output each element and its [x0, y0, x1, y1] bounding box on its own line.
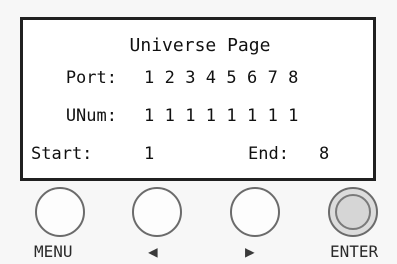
- port-label: Port:: [65, 68, 117, 88]
- port-value: 1: [144, 68, 155, 88]
- end-value: 8: [319, 144, 330, 164]
- port-value: 6: [246, 68, 258, 88]
- port-values: 1 2 3 4 5 6 7 8: [144, 68, 309, 88]
- left-button[interactable]: [132, 187, 182, 237]
- port-value: 5: [226, 68, 237, 88]
- right-arrow-icon: ▶: [245, 242, 255, 261]
- port-value: 4: [205, 68, 217, 88]
- unum-value: 1: [226, 106, 237, 126]
- unum-value: 1: [164, 106, 175, 126]
- unum-value: 1: [205, 106, 217, 126]
- right-button-wrap: [226, 183, 284, 241]
- port-value: 2: [164, 68, 175, 88]
- start-label: Start:: [31, 144, 93, 164]
- device-panel: Universe Page Port: 1 2 3 4 5 6 7 8 UNum…: [0, 0, 397, 264]
- port-value: 7: [267, 68, 278, 88]
- enter-button-wrap: [324, 183, 382, 241]
- port-value: 8: [288, 68, 299, 88]
- page-title: Universe Page: [129, 35, 271, 56]
- end-label: End:: [248, 144, 289, 164]
- enter-button-label: ENTER: [330, 242, 379, 261]
- unum-value: 1: [246, 106, 258, 126]
- start-value: 1: [144, 144, 155, 164]
- enter-button[interactable]: [328, 187, 378, 237]
- menu-button-wrap: [31, 183, 89, 241]
- left-arrow-icon: ◀: [148, 242, 158, 261]
- unum-values: 1 1 1 1 1 1 1 1: [144, 106, 309, 126]
- port-value: 3: [185, 68, 196, 88]
- right-button[interactable]: [230, 187, 280, 237]
- unum-value: 1: [144, 106, 155, 126]
- unum-value: 1: [267, 106, 278, 126]
- left-button-wrap: [128, 183, 186, 241]
- unum-label: UNum:: [65, 106, 117, 126]
- unum-value: 1: [288, 106, 299, 126]
- menu-button[interactable]: [35, 187, 85, 237]
- unum-value: 1: [185, 106, 196, 126]
- lcd-screen: Universe Page Port: 1 2 3 4 5 6 7 8 UNum…: [20, 17, 376, 181]
- menu-button-label: MENU: [34, 242, 73, 261]
